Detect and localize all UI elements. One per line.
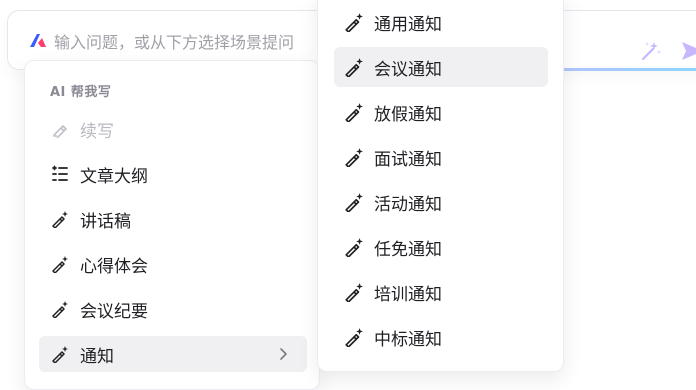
menu-item-reflections[interactable]: 心得体会: [39, 246, 307, 282]
menu-item-label: 文章大纲: [80, 166, 148, 187]
search-input[interactable]: 输入问题，或从下方选择场景提问: [54, 29, 294, 53]
submenu-item-label: 通用通知: [374, 14, 442, 35]
chevron-right-icon: [280, 348, 287, 360]
menu-item-notice[interactable]: 通知: [39, 336, 307, 372]
ai-pen-icon: [52, 346, 68, 363]
ai-pen-icon: [345, 283, 363, 302]
submenu-item-label: 面试通知: [374, 149, 442, 170]
menu-item-label: 会议纪要: [80, 301, 148, 322]
submenu-item-label: 培训通知: [374, 284, 442, 305]
brand-logo-icon: [30, 34, 46, 47]
submenu-item-label: 放假通知: [374, 104, 442, 125]
menu-item-meeting-minutes[interactable]: 会议纪要: [39, 291, 307, 327]
magic-wand-icon[interactable]: [639, 39, 663, 63]
ai-pen-icon: [345, 103, 363, 122]
submenu-item-label: 会议通知: [374, 59, 442, 80]
submenu-item-general-notice[interactable]: 通用通知: [334, 2, 548, 42]
menu-section-title: AI 帮我写: [50, 85, 112, 100]
menu-item-continue-writing[interactable]: 续写: [39, 111, 307, 147]
notice-submenu: 通用通知 会议通知 放假通知 面试通知 活动通知 任免通知 培训通知 中标通知: [317, 0, 564, 372]
submenu-item-meeting-notice[interactable]: 会议通知: [334, 47, 548, 87]
outline-list-icon: [52, 165, 68, 181]
submenu-item-label: 中标通知: [374, 329, 442, 350]
submenu-item-holiday-notice[interactable]: 放假通知: [334, 92, 548, 132]
submenu-item-label: 任免通知: [374, 239, 442, 260]
submenu-item-bid-award-notice[interactable]: 中标通知: [334, 317, 548, 357]
ai-pen-icon: [345, 13, 363, 32]
menu-item-label: 讲话稿: [80, 211, 131, 232]
ai-pen-icon: [345, 148, 363, 167]
ai-pen-icon: [345, 328, 363, 347]
send-icon[interactable]: [679, 39, 696, 63]
ai-pen-icon: [345, 193, 363, 212]
ai-pen-icon: [345, 238, 363, 257]
submenu-item-interview-notice[interactable]: 面试通知: [334, 137, 548, 177]
submenu-item-label: 活动通知: [374, 194, 442, 215]
submenu-item-event-notice[interactable]: 活动通知: [334, 182, 548, 222]
ai-write-menu: AI 帮我写 续写 文章大纲 讲话稿 心得体会 会议纪要 通知: [24, 60, 320, 390]
ai-pen-icon: [52, 301, 68, 318]
submenu-item-appointment-notice[interactable]: 任免通知: [334, 227, 548, 267]
menu-item-label: 续写: [80, 121, 114, 142]
eraser-pen-icon: [53, 125, 67, 138]
menu-item-speech-draft[interactable]: 讲话稿: [39, 201, 307, 237]
menu-item-label: 通知: [80, 346, 114, 367]
menu-item-article-outline[interactable]: 文章大纲: [39, 156, 307, 192]
submenu-item-training-notice[interactable]: 培训通知: [334, 272, 548, 312]
ai-pen-icon: [52, 211, 68, 228]
ai-pen-icon: [345, 58, 363, 77]
ai-pen-icon: [52, 256, 68, 273]
menu-item-label: 心得体会: [80, 256, 148, 277]
